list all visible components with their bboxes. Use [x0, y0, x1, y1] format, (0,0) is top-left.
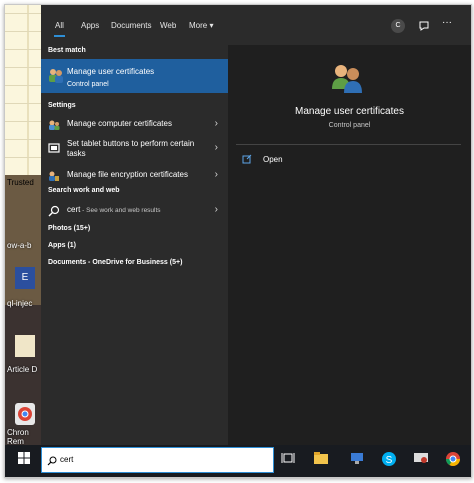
tab-all[interactable]: All	[54, 21, 65, 37]
chrome-icon[interactable]	[445, 451, 463, 469]
settings-item-computer-certificates[interactable]: Manage computer certificates ›	[41, 114, 228, 134]
desktop-label-article: Article D	[7, 365, 38, 374]
network-app-icon[interactable]	[349, 451, 367, 469]
remote-desktop-icon[interactable]	[413, 451, 431, 469]
web-search-label: cert - See work and web results	[67, 205, 161, 216]
settings-item-label: Set tablet buttons to perform certain ta…	[67, 139, 195, 158]
users-certificate-icon	[330, 63, 364, 100]
settings-item-label: Manage computer certificates	[67, 119, 172, 128]
search-tabs: All Apps Documents Web More ▾	[41, 5, 228, 45]
taskbar-search-box[interactable]	[41, 447, 274, 473]
desktop-label-sql: ql-injec	[7, 299, 33, 308]
web-search-result[interactable]: cert - See work and web results ›	[41, 200, 228, 220]
best-match-heading: Best match	[48, 47, 86, 54]
tab-apps[interactable]: Apps	[81, 21, 99, 30]
preview-panel: C ··· Manage user certificates Control p…	[228, 5, 471, 445]
tab-more[interactable]: More ▾	[189, 21, 213, 30]
open-icon	[242, 154, 252, 166]
desktop-label-trusted: Trusted	[7, 178, 34, 187]
skype-icon[interactable]: S	[381, 451, 399, 469]
desktop-label-how: ow-a-b	[7, 241, 32, 250]
search-icon	[48, 204, 60, 222]
preview-title: Manage user certificates	[295, 106, 404, 117]
document-icon[interactable]: E	[15, 267, 35, 289]
category-photos[interactable]: Photos (15+)	[48, 225, 90, 232]
search-input[interactable]	[60, 452, 260, 466]
chrome-shortcut-icon[interactable]	[15, 403, 35, 425]
web-search-suffix: - See work and web results	[80, 207, 161, 214]
desktop-label-rem: Rem	[7, 437, 24, 445]
preview-header: C ···	[228, 5, 471, 45]
category-apps[interactable]: Apps (1)	[48, 242, 76, 249]
chevron-right-icon: ›	[214, 142, 218, 153]
best-match-result[interactable]: Manage user certificates Control panel	[41, 59, 228, 93]
svg-text:S: S	[386, 455, 393, 466]
avatar[interactable]: C	[391, 19, 405, 33]
certificate-icon	[48, 118, 60, 136]
best-match-title: Manage user certificates	[67, 67, 155, 76]
preview-subtitle: Control panel	[328, 122, 371, 129]
settings-item-label: Manage file encryption certificates	[67, 170, 188, 179]
encryption-icon	[48, 169, 60, 187]
chevron-right-icon: ›	[214, 118, 218, 129]
more-options-icon[interactable]: ···	[442, 17, 452, 28]
search-icon	[47, 453, 57, 471]
tablet-icon	[48, 141, 60, 159]
desktop-label-chrome: Chron	[7, 428, 29, 437]
file-explorer-icon[interactable]	[313, 451, 331, 469]
desktop-spreadsheet	[5, 5, 41, 175]
task-view-icon[interactable]	[281, 451, 299, 469]
tab-web[interactable]: Web	[160, 21, 176, 30]
article-file-icon[interactable]	[15, 335, 35, 357]
feedback-icon[interactable]	[418, 19, 430, 37]
users-certificate-icon	[48, 68, 64, 89]
settings-item-file-encryption[interactable]: Manage file encryption certificates ›	[41, 166, 228, 184]
settings-item-tablet-buttons[interactable]: Set tablet buttons to perform certain ta…	[41, 135, 228, 165]
desktop-background: Trusted ow-a-b E ql-injec Article D Chro…	[5, 5, 41, 445]
open-label: Open	[263, 155, 283, 164]
category-documents[interactable]: Documents - OneDrive for Business (5+)	[48, 259, 182, 266]
web-search-query: cert	[67, 205, 81, 214]
windows-start-icon[interactable]	[17, 451, 35, 469]
taskbar: S	[5, 445, 471, 477]
preview-divider	[236, 144, 461, 145]
search-results-panel: All Apps Documents Web More ▾ Best match…	[41, 5, 228, 445]
chevron-right-icon: ›	[214, 169, 218, 180]
settings-heading: Settings	[48, 102, 76, 109]
best-match-subtitle: Control panel	[67, 81, 109, 88]
chevron-right-icon: ›	[214, 204, 218, 215]
tab-documents[interactable]: Documents	[111, 21, 151, 30]
screenshot-frame: Trusted ow-a-b E ql-injec Article D Chro…	[4, 4, 472, 478]
search-web-heading: Search work and web	[48, 187, 120, 194]
